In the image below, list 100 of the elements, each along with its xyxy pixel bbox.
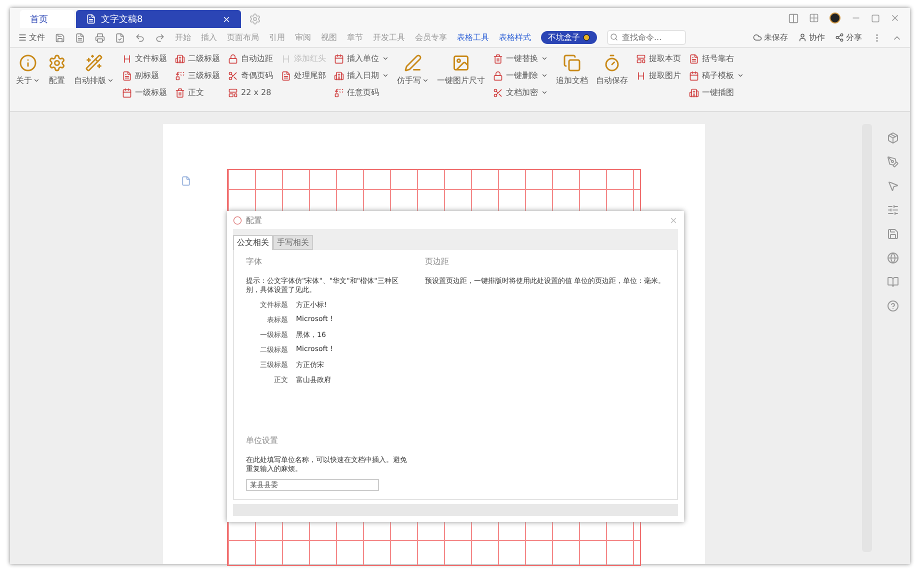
section-heading: 字体: [246, 256, 263, 267]
share-icon: [835, 33, 844, 42]
ribbon-button[interactable]: 追加文档: [556, 52, 588, 86]
settings-icon: [48, 54, 66, 72]
building-icon: [175, 54, 185, 64]
calendar-icon: [334, 54, 344, 64]
replace-icon: [334, 88, 344, 98]
ribbon-button[interactable]: 一键插图: [689, 86, 744, 100]
ribbon-button[interactable]: 稿子模板: [689, 69, 744, 82]
globe-icon[interactable]: [887, 252, 899, 264]
ribbon-button[interactable]: 正文: [175, 86, 220, 100]
scissors-icon: [493, 88, 503, 98]
pen-icon[interactable]: [887, 156, 899, 168]
toolbar-action[interactable]: 分享: [835, 32, 862, 44]
ribbon-button[interactable]: 奇偶页码: [228, 69, 273, 82]
ribbon-button[interactable]: 一键删除: [493, 69, 548, 82]
dialog-tab[interactable]: 公文相关: [233, 235, 273, 250]
badge-icon: [583, 34, 590, 42]
lock-icon: [228, 54, 238, 64]
calendar-icon: [689, 70, 699, 81]
info-icon: [19, 54, 37, 72]
pointer-icon[interactable]: [887, 180, 899, 192]
calendar-icon: [122, 88, 132, 98]
ribbon-button[interactable]: 一级标题: [122, 86, 167, 100]
ribbon-button[interactable]: 文档加密: [493, 86, 548, 100]
ribbon-button[interactable]: 提取图片: [636, 69, 681, 82]
section-heading: 单位设置: [246, 435, 279, 446]
redo-icon[interactable]: [155, 32, 165, 43]
avatar-icon[interactable]: [829, 12, 841, 24]
ribbon-button[interactable]: 三级标题: [175, 69, 220, 82]
document-icon[interactable]: [181, 176, 191, 186]
ribbon-button[interactable]: 插入单位: [334, 52, 389, 66]
replace-icon: [175, 70, 185, 81]
user-icon: [798, 33, 807, 42]
ribbon-button[interactable]: 任意页码: [334, 86, 389, 100]
timer-icon: [603, 54, 621, 72]
ribbon-button[interactable]: 处理尾部: [281, 69, 326, 82]
book-icon[interactable]: [887, 276, 899, 288]
save-icon[interactable]: [887, 228, 899, 240]
document-icon: [689, 54, 699, 64]
ribbon-button[interactable]: 一键替换: [493, 52, 548, 66]
ribbon-button[interactable]: 括号靠右: [689, 52, 744, 66]
heading-icon: [122, 54, 132, 64]
menu-tab[interactable]: 表格样式: [499, 32, 531, 44]
ribbon-button[interactable]: 二级标题: [175, 52, 220, 66]
box-icon[interactable]: [887, 132, 899, 144]
ribbon-button[interactable]: 提取本页: [636, 52, 681, 66]
toolbar-action[interactable]: 未保存: [753, 32, 788, 44]
ribbon-button[interactable]: 插入日期: [334, 69, 389, 82]
help-icon[interactable]: [887, 300, 899, 312]
building-icon: [689, 88, 699, 98]
scissors-icon: [228, 70, 238, 81]
document-icon: [122, 70, 132, 81]
save-icon[interactable]: [55, 32, 65, 43]
cloud-icon: [753, 33, 762, 42]
menu-icon: [18, 33, 27, 42]
building-icon: [334, 70, 344, 81]
ribbon-button[interactable]: 关于: [16, 52, 40, 86]
copy-icon: [563, 54, 581, 72]
ribbon-button[interactable]: 自动保存: [596, 52, 628, 86]
ribbon-button[interactable]: 自动边距: [228, 52, 273, 66]
layout-icon[interactable]: [788, 12, 799, 24]
toolbar-action[interactable]: 协作: [798, 32, 825, 44]
image-icon: [452, 54, 470, 72]
pen-icon: [404, 54, 422, 72]
ribbon-button[interactable]: 22 x 28: [228, 86, 273, 100]
menu-tab[interactable]: 表格工具: [457, 32, 489, 44]
section-heading: 页边距: [425, 256, 450, 267]
ribbon-button[interactable]: 一键图片尺寸: [437, 52, 485, 86]
ribbon-button[interactable]: 副标题: [122, 69, 167, 82]
ribbon-button[interactable]: 仿手写: [397, 52, 429, 86]
dialog-tab[interactable]: 手写相关: [273, 235, 313, 250]
print-icon[interactable]: [95, 32, 105, 43]
ribbon-button[interactable]: 自动排版: [74, 52, 114, 86]
heading-icon: [636, 70, 646, 81]
ribbon-button[interactable]: 配置: [48, 52, 66, 86]
settings-icon[interactable]: [249, 13, 261, 25]
document-icon: [281, 70, 291, 81]
document-icon[interactable]: [75, 32, 85, 43]
lock-icon: [493, 70, 503, 81]
undo-icon[interactable]: [135, 32, 145, 43]
ribbon-button[interactable]: 文件标题: [122, 52, 167, 66]
heading-icon: [281, 54, 291, 64]
close-icon[interactable]: [222, 14, 231, 24]
grid-icon[interactable]: [809, 13, 819, 23]
settings-icon[interactable]: [887, 204, 899, 216]
preview-icon[interactable]: [115, 32, 125, 43]
template-icon: [228, 88, 238, 98]
dialog-title: 配置: [246, 214, 262, 226]
wand-icon: [85, 54, 103, 72]
maximize-icon[interactable]: [871, 14, 880, 22]
document-icon: [86, 14, 96, 24]
template-icon: [636, 54, 646, 64]
file-menu[interactable]: 文件: [18, 32, 45, 44]
search-field[interactable]: 查找命令...: [607, 30, 686, 46]
trash-icon: [493, 54, 503, 64]
document-tab[interactable]: 文字文稿8: [76, 10, 241, 28]
home-tab[interactable]: 首页: [20, 10, 74, 28]
trash-icon: [175, 88, 185, 98]
app-icon: [233, 216, 242, 224]
